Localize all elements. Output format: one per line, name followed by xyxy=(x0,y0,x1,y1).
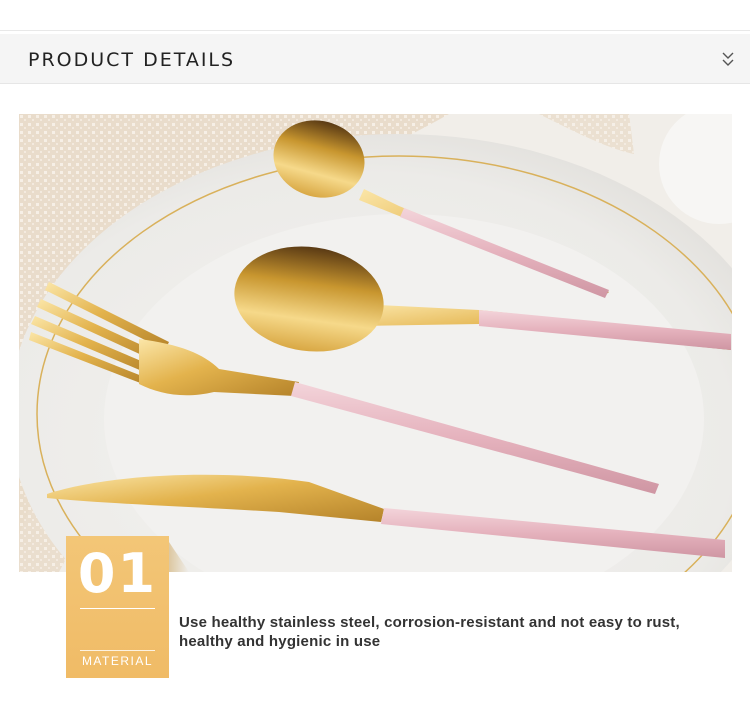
product-details-header[interactable]: PRODUCT DETAILS xyxy=(0,34,750,84)
collapse-toggle[interactable] xyxy=(718,48,738,70)
badge-divider-bottom xyxy=(80,650,155,651)
feature-number: 01 xyxy=(77,542,158,605)
feature-badge: 01 MATERIAL xyxy=(66,536,169,678)
chevron-down-icon xyxy=(722,52,734,66)
top-divider xyxy=(0,30,750,31)
feature-description: Use healthy stainless steel, corrosion-r… xyxy=(179,614,680,650)
badge-divider xyxy=(80,608,155,609)
product-photo xyxy=(19,114,732,572)
feature-label: MATERIAL xyxy=(81,654,154,668)
section-title: PRODUCT DETAILS xyxy=(28,49,236,71)
